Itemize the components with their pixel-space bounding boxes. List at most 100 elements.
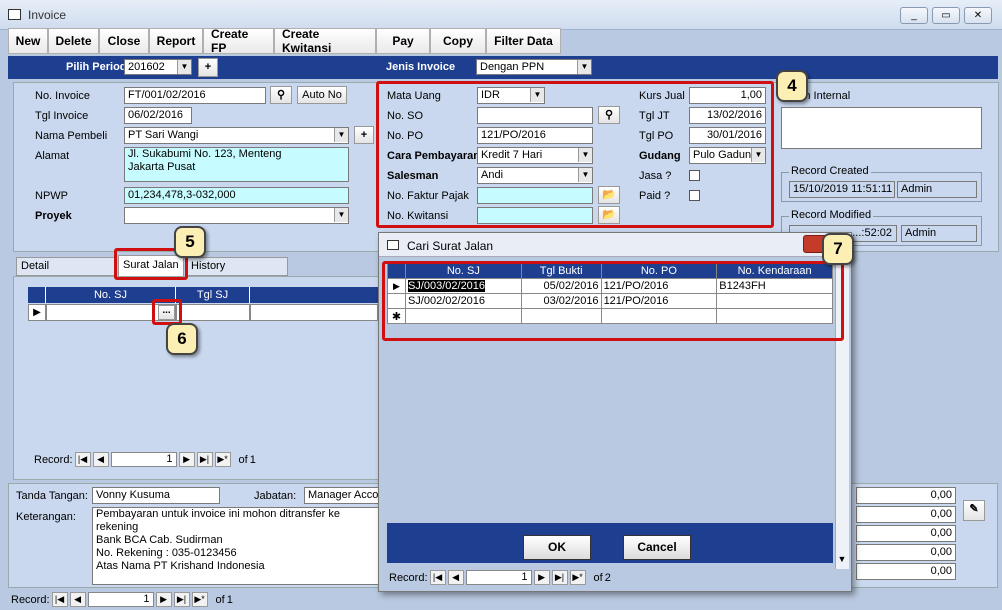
proyek-select[interactable]: ▼ [124,207,349,224]
next-record-button[interactable]: ▶ [533,570,550,585]
minimize-button[interactable]: _ [900,7,928,24]
no-invoice-label: No. Invoice [35,90,91,102]
of-label: of [593,571,603,584]
callout-badge-6: 6 [166,323,198,355]
highlight-box-4 [376,81,774,228]
cancel-button[interactable]: Cancel [623,535,691,560]
scroll-down-icon[interactable]: ▼ [835,551,849,567]
new-record-button[interactable]: ▶* [214,452,231,467]
form-icon [387,240,399,250]
highlight-box-7 [382,261,844,341]
first-record-button[interactable]: |◀ [429,570,446,585]
tanda-tangan-field[interactable]: Vonny Kusuma [92,487,220,504]
add-periode-button[interactable]: + [198,58,218,77]
tgl-invoice-field[interactable]: 06/02/2016 [124,107,192,124]
last-record-button[interactable]: ▶| [196,452,213,467]
first-record-button[interactable]: |◀ [51,592,68,607]
next-record-button[interactable]: ▶ [155,592,172,607]
prev-record-button[interactable]: ◀ [92,452,109,467]
grid-header-filler [250,287,378,303]
window-title: Invoice [28,8,67,22]
jenis-invoice-select[interactable]: Dengan PPN ▼ [476,59,592,75]
report-button[interactable]: Report [149,28,203,54]
tab-history-pembayaran[interactable]: History Pembayaran [186,257,288,289]
record-created-label: Record Created [789,165,871,177]
callout-badge-4: 4 [776,70,808,102]
dialog-record-nav: Record: |◀ ◀ 1 ▶ ▶| ▶* of 2 [389,570,611,585]
create-kwitansi-button[interactable]: Create Kwitansi [274,27,376,55]
nama-pembeli-select[interactable]: PT Sari Wangi ▼ [124,127,349,144]
npwp-field[interactable]: 01,234,478,3-032,000 [124,187,349,204]
new-record-button[interactable]: ▶* [191,592,208,607]
periode-select[interactable]: 201602 ▼ [124,59,192,75]
highlight-box-6 [152,299,182,325]
jabatan-label: Jabatan: [254,490,297,502]
pay-button[interactable]: Pay [376,28,430,54]
catatan-internal-field[interactable] [781,107,982,149]
add-pembeli-button[interactable]: + [354,126,374,144]
keterangan-field[interactable]: Pembayaran untuk invoice ini mohon ditra… [92,507,380,585]
tgl-sj-cell[interactable] [176,304,250,321]
tab-detail-barang[interactable]: Detail Barang/Jasa [16,257,116,289]
first-record-button[interactable]: |◀ [74,452,91,467]
chevron-down-icon: ▼ [334,208,348,222]
of-label: of [238,453,248,466]
period-bar: Pilih Periode 201602 ▼ + Jenis Invoice De… [8,56,998,79]
prev-record-button[interactable]: ◀ [447,570,464,585]
record-number-field[interactable]: 1 [110,452,177,467]
create-fp-button[interactable]: Create FP [203,27,274,55]
delete-button[interactable]: Delete [48,28,99,54]
prev-record-button[interactable]: ◀ [69,592,86,607]
nama-pembeli-label: Nama Pembeli [35,130,108,142]
total-field-4: 0,00 [856,544,956,561]
record-label: Record: [389,571,428,584]
last-record-button[interactable]: ▶| [173,592,190,607]
row-selector-header [28,287,46,303]
blank-cell [250,304,378,321]
periode-label: Pilih Periode [66,61,133,73]
callout-badge-7: 7 [822,233,854,265]
new-button[interactable]: New [8,28,48,54]
auto-no-button[interactable]: Auto No [297,86,347,104]
callout-badge-5: 5 [174,226,206,258]
alamat-field[interactable]: Jl. Sukabumi No. 123, Menteng Jakarta Pu… [124,147,349,182]
alamat-label: Alamat [35,150,70,162]
last-record-button[interactable]: ▶| [551,570,568,585]
jenis-invoice-label: Jenis Invoice [386,61,456,73]
subform-record-nav: Record: |◀ ◀ 1 ▶ ▶| ▶* of 1 [34,452,256,467]
chevron-down-icon: ▼ [177,60,191,74]
record-label: Record: [34,453,73,466]
tgl-sj-header: Tgl SJ [176,287,250,303]
npwp-label: NPWP [35,190,68,202]
total-field-5: 0,00 [856,563,956,580]
created-user-field: Admin [897,181,977,198]
search-icon[interactable]: ⚲ [270,86,292,104]
copy-button[interactable]: Copy [430,28,486,54]
record-number-field[interactable]: 1 [465,570,532,585]
keterangan-label: Keterangan: [16,511,76,523]
tgl-invoice-label: Tgl Invoice [35,110,89,122]
current-row-icon: ▶ [28,304,46,321]
restore-button[interactable]: ▭ [932,7,960,24]
close-button[interactable]: Close [99,28,149,54]
jabatan-field[interactable]: Manager Acco [304,487,380,504]
total-field-2: 0,00 [856,506,956,523]
new-record-button[interactable]: ▶* [569,570,586,585]
no-invoice-field[interactable]: FT/001/02/2016 [124,87,266,104]
next-record-button[interactable]: ▶ [178,452,195,467]
dialog-footer-bar [387,523,833,563]
edit-note-icon[interactable]: ✎ [963,500,985,521]
ok-button[interactable]: OK [523,535,591,560]
modified-user-field: Admin [901,225,977,242]
total-field-1: 0,00 [856,487,956,504]
record-number-field[interactable]: 1 [87,592,154,607]
dialog-title-bar: Cari Surat Jalan [379,233,851,257]
record-total: 1 [249,453,256,466]
chevron-down-icon: ▼ [334,128,348,142]
close-window-button[interactable]: ✕ [964,7,992,24]
record-label: Record: [11,593,50,606]
record-modified-label: Record Modified [789,209,874,221]
dialog-title: Cari Surat Jalan [407,239,494,253]
filter-data-button[interactable]: Filter Data [486,28,561,54]
chevron-down-icon: ▼ [577,60,591,74]
